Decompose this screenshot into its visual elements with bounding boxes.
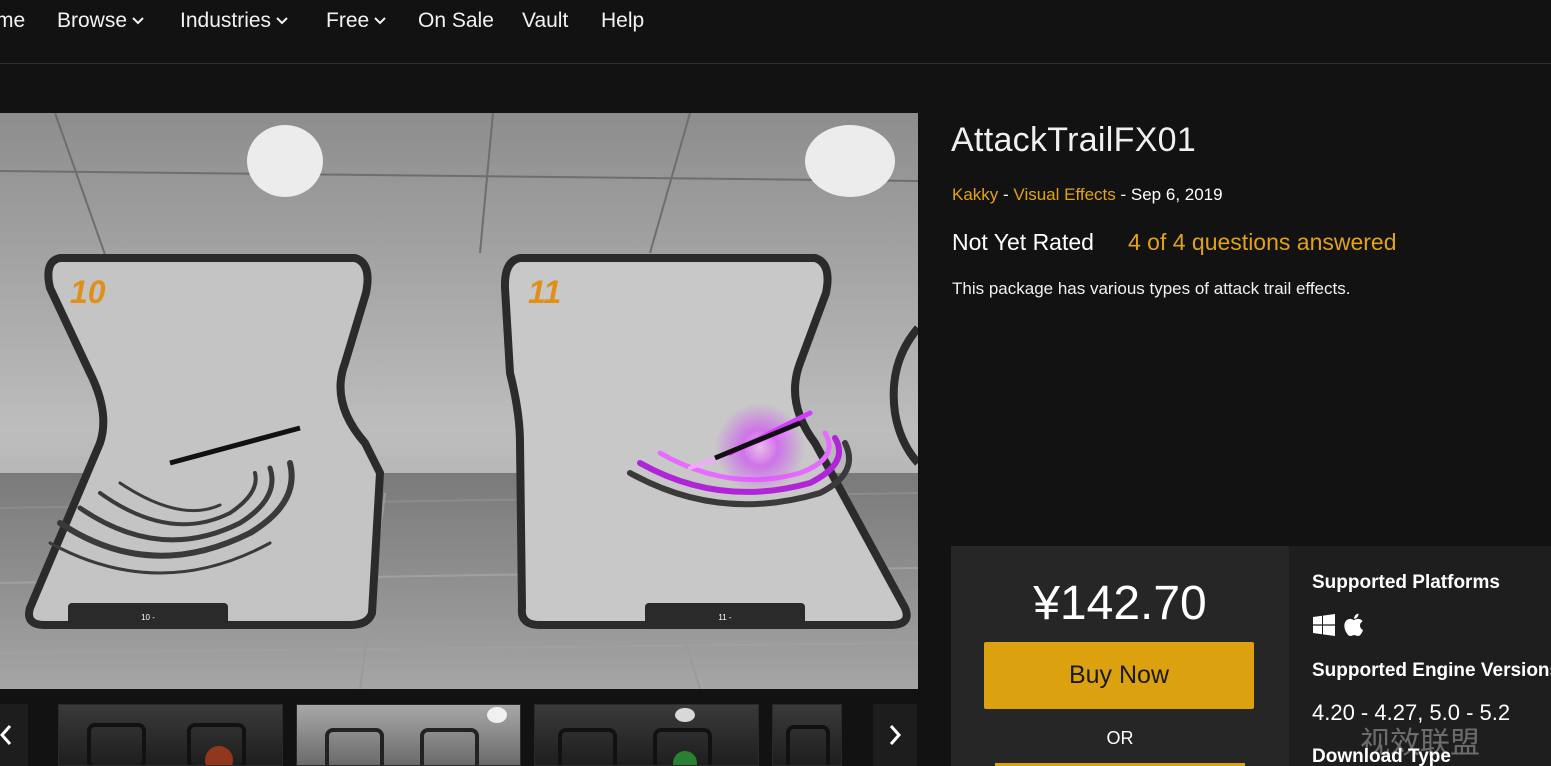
nav-free-label: Free <box>326 9 370 32</box>
thumbnail-prev-button[interactable] <box>0 704 28 766</box>
hero-scene: 10 11 10 - 11 - <box>0 113 918 689</box>
nav-help-label: Help <box>601 9 645 32</box>
thumbnail-4[interactable] <box>772 704 842 766</box>
nav-industries[interactable]: Industries <box>180 9 289 33</box>
thumbnail-3-image <box>558 708 712 765</box>
chevron-down-icon <box>276 17 288 25</box>
thumbnail-strip <box>0 704 918 766</box>
top-nav: me Browse Industries Free On Sale Vault … <box>0 0 1551 64</box>
nav-vault[interactable]: Vault <box>522 9 568 33</box>
nav-vault-label: Vault <box>522 9 569 32</box>
windows-icon <box>1313 614 1335 636</box>
panel-number-right: 11 <box>528 274 561 310</box>
chevron-right-icon <box>889 725 902 745</box>
product-hero-image[interactable]: 10 11 10 - 11 - <box>0 113 918 689</box>
panel-plate-left: 10 - <box>141 613 155 622</box>
platform-icons <box>1312 613 1366 637</box>
nav-help[interactable]: Help <box>601 9 644 33</box>
nav-browse-label: Browse <box>57 9 128 32</box>
chevron-left-icon <box>0 725 12 745</box>
questions-link[interactable]: 4 of 4 questions answered <box>1128 229 1397 256</box>
thumbnail-1[interactable] <box>58 704 283 766</box>
nav-on-sale[interactable]: On Sale <box>418 9 494 33</box>
supported-platforms-heading: Supported Platforms <box>1312 572 1500 593</box>
or-label: OR <box>1106 728 1134 748</box>
thumbnail-next-button[interactable] <box>873 704 917 766</box>
watermark: 视效联盟 <box>1360 726 1480 761</box>
nav-on-sale-label: On Sale <box>418 9 494 32</box>
product-title: AttackTrailFX01 <box>951 121 1197 159</box>
apple-icon <box>1344 613 1364 637</box>
nav-home-label: me <box>0 9 26 32</box>
release-date: Sep 6, 2019 <box>1130 185 1223 204</box>
thumbnail-2-image <box>325 707 507 765</box>
category-link[interactable]: Visual Effects <box>1013 185 1115 204</box>
thumbnail-3[interactable] <box>534 704 759 766</box>
panel-plate-right: 11 - <box>718 613 732 622</box>
panel-number-left: 10 <box>70 274 106 310</box>
seller-link[interactable]: Kakky <box>952 185 998 204</box>
product-meta: Kakky - Visual Effects - Sep 6, 2019 <box>952 185 1223 205</box>
buy-now-button[interactable]: Buy Now <box>984 642 1254 709</box>
price: ¥142.70 <box>1033 577 1207 630</box>
thumbnail-1-image <box>87 723 246 765</box>
engine-versions-heading: Supported Engine Versions <box>1312 660 1551 681</box>
chevron-down-icon <box>374 17 386 25</box>
nav-home[interactable]: me <box>0 9 25 33</box>
meta-separator: - <box>1115 185 1131 204</box>
purchase-panel: ¥142.70 Buy Now OR <box>951 546 1289 766</box>
nav-browse[interactable]: Browse <box>57 9 145 33</box>
thumbnail-4-image <box>786 725 830 765</box>
thumbnail-2[interactable] <box>296 704 521 766</box>
product-description: This package has various types of attack… <box>952 279 1351 298</box>
nav-free[interactable]: Free <box>326 9 387 33</box>
meta-separator: - <box>998 185 1014 204</box>
nav-industries-label: Industries <box>180 9 272 32</box>
rating-label: Not Yet Rated <box>952 229 1094 255</box>
chevron-down-icon <box>132 17 144 25</box>
